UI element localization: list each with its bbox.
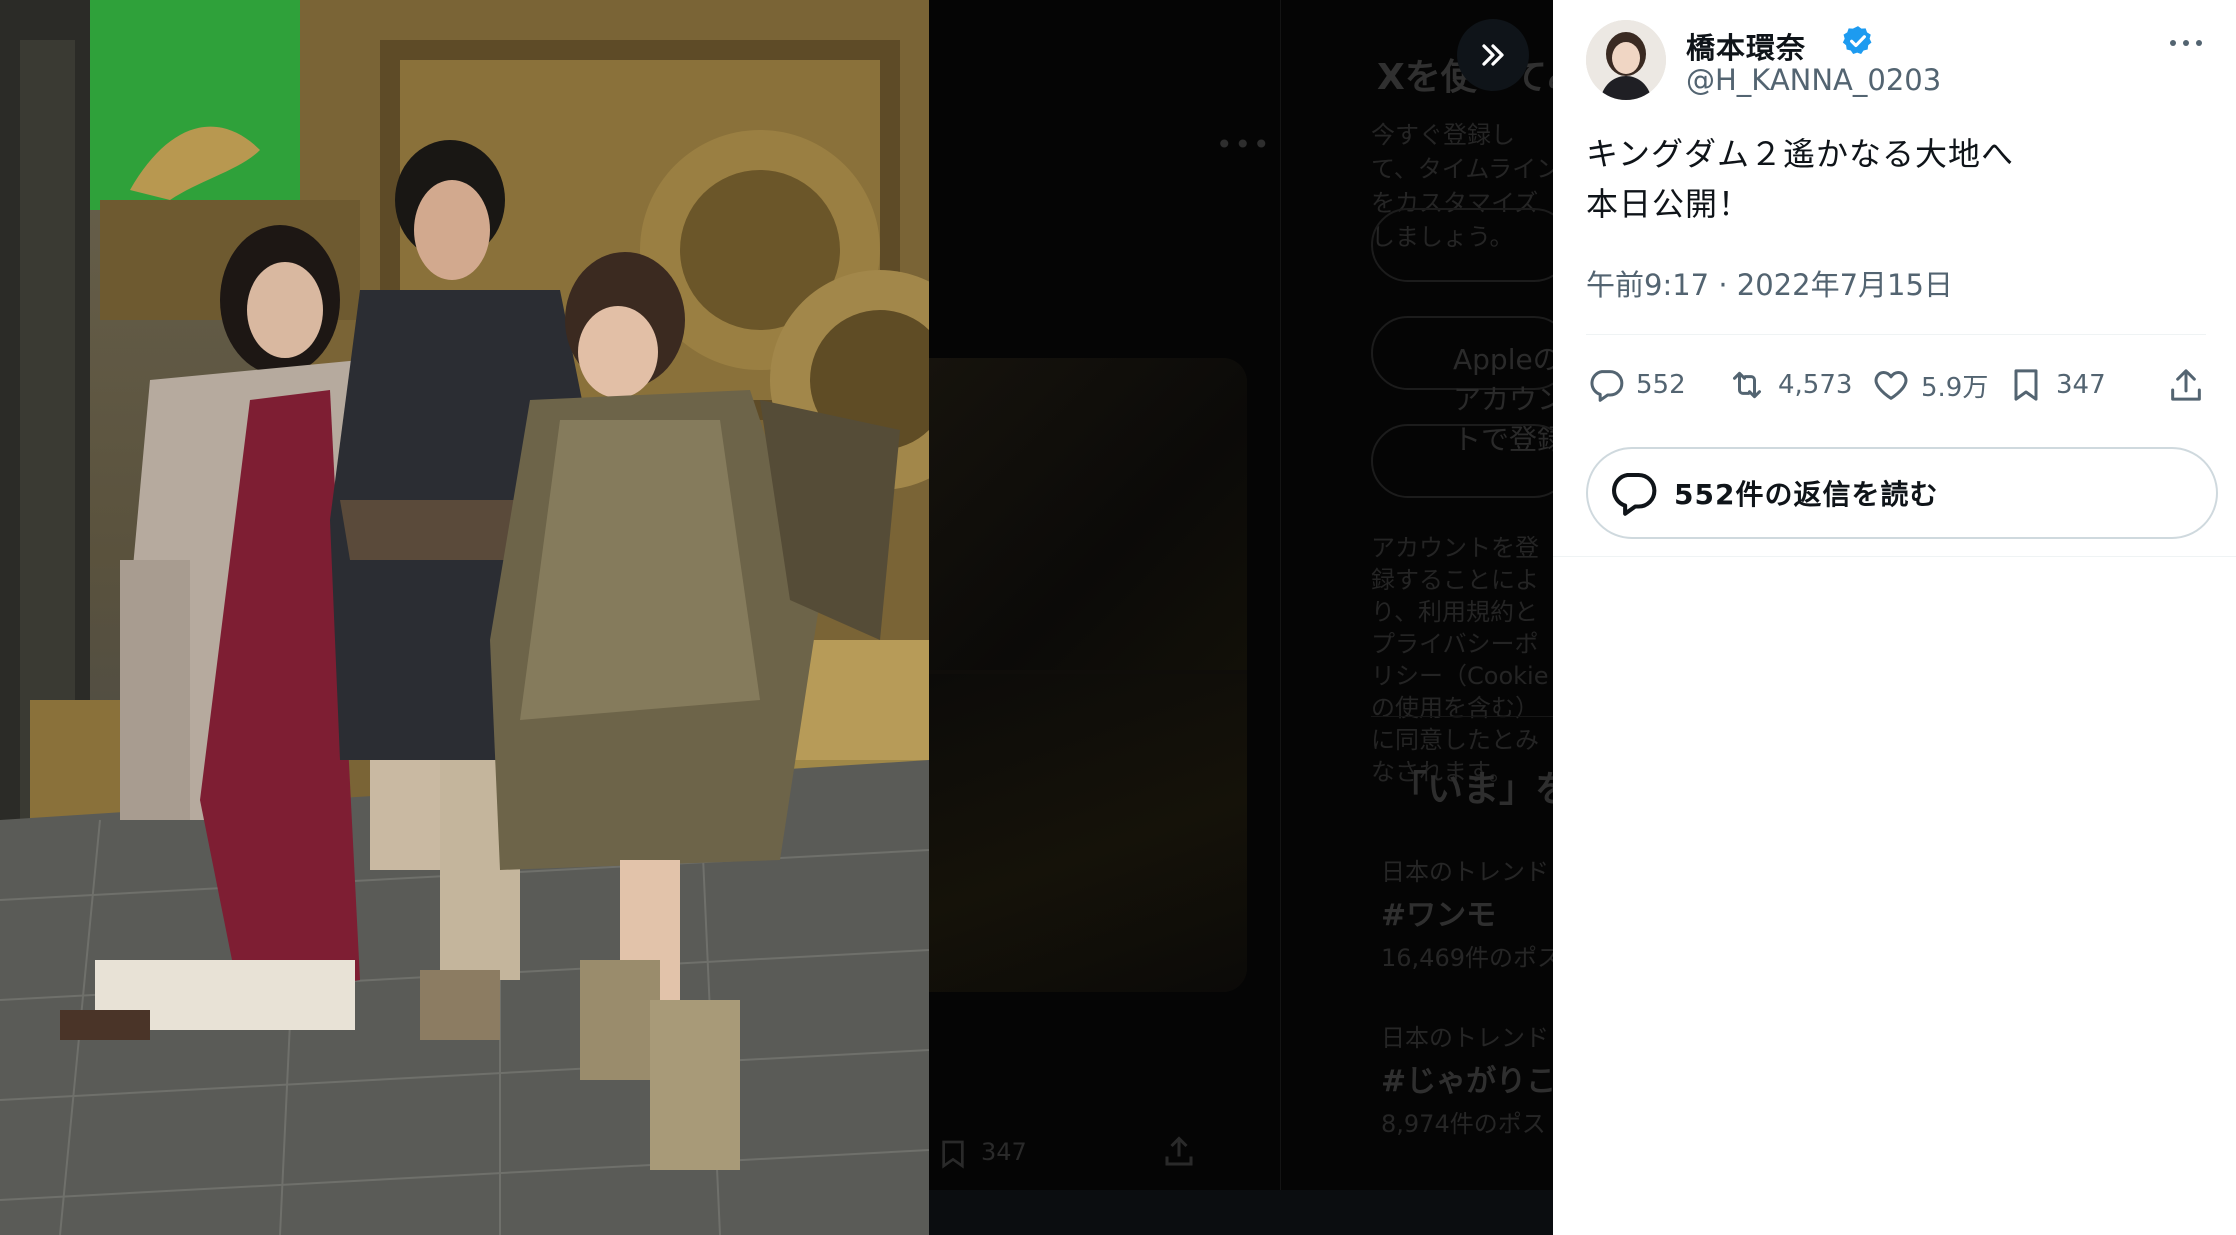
dim-more-icon: ••• bbox=[1216, 128, 1272, 161]
trend-count: 8,974件のポスト bbox=[1381, 1110, 1553, 1138]
like-icon bbox=[1874, 371, 1908, 400]
read-replies-button[interactable]: 552件の返信を読む bbox=[1586, 447, 2218, 539]
bookmark-count: 347 bbox=[2056, 370, 2106, 400]
retweet-count: 4,573 bbox=[1778, 370, 1853, 400]
google-signup-button bbox=[1371, 208, 1553, 282]
bookmark-button[interactable]: 347 bbox=[2006, 360, 2106, 410]
read-replies-label: 552件の返信を読む bbox=[1674, 478, 1939, 511]
dim-media-card bbox=[929, 358, 1247, 992]
timeline-background-dimmed: ••• Xを使ってみよう 今すぐ登録して、タイムラインをカスタマイズしましょう。… bbox=[929, 0, 1553, 1235]
share-icon bbox=[2171, 369, 2201, 401]
reply-icon bbox=[1590, 370, 1624, 402]
trend-name: #ワンモ bbox=[1381, 898, 1497, 933]
share-button[interactable] bbox=[2166, 360, 2206, 410]
avatar-image bbox=[1586, 20, 1666, 100]
dim-share-icon bbox=[1165, 1136, 1193, 1166]
dim-bookmark-icon bbox=[942, 1140, 964, 1169]
verified-badge-icon bbox=[1842, 26, 1872, 55]
trends-heading: 「いま」を見つけよう bbox=[1391, 769, 1553, 810]
trend-context: 日本のトレンド bbox=[1381, 858, 1549, 886]
user-handle[interactable]: @H_KANNA_0203 bbox=[1686, 63, 1941, 97]
tweet-header: 橋本環奈 @H_KANNA_0203 bbox=[1586, 20, 2206, 102]
photo-viewer[interactable] bbox=[0, 0, 929, 1235]
expand-icon bbox=[1482, 44, 1504, 66]
tweet-photo bbox=[0, 0, 929, 1235]
divider bbox=[1586, 334, 2206, 335]
trend-count: 16,469件のポスト bbox=[1381, 944, 1553, 972]
tweet-detail-panel: 橋本環奈 @H_KANNA_0203 キングダム２遙かなる大地へ 本日公開！ 午… bbox=[1553, 0, 2236, 1235]
tweet-text-line: キングダム２遙かなる大地へ bbox=[1586, 135, 2015, 173]
privacy-notice: アカウントを登録することにより、利用規約とプライバシーポリシー（Cookieの使… bbox=[1371, 534, 1549, 786]
like-count: 5.9万 bbox=[1921, 372, 1989, 403]
reply-button[interactable]: 552 bbox=[1586, 360, 1686, 410]
more-icon bbox=[2170, 40, 2176, 46]
more-icon-dot bbox=[2196, 40, 2202, 46]
column-divider bbox=[1280, 0, 1281, 1235]
retweet-icon bbox=[1733, 371, 1761, 399]
dim-bottom-bar bbox=[929, 1190, 1553, 1235]
reply-bubble-icon bbox=[1612, 472, 1657, 516]
avatar[interactable] bbox=[1586, 20, 1666, 100]
retweet-button[interactable]: 4,573 bbox=[1726, 360, 1852, 410]
apple-signup-button: Appleのアカウントで登録 bbox=[1371, 316, 1553, 456]
create-account-button bbox=[1371, 424, 1553, 498]
trend-name: #じゃがりこ bbox=[1381, 1064, 1553, 1099]
divider bbox=[1553, 556, 2236, 557]
bookmark-icon bbox=[2014, 369, 2038, 401]
dim-bookmark-count: 347 bbox=[981, 1138, 1027, 1166]
trend-context: 日本のトレンド bbox=[1381, 1024, 1549, 1052]
display-name[interactable]: 橋本環奈 bbox=[1686, 25, 1806, 67]
dim-media-top bbox=[929, 358, 1247, 670]
tweet-text-line: 本日公開！ bbox=[1586, 185, 1752, 223]
more-options-button[interactable] bbox=[2166, 28, 2206, 58]
reply-count: 552 bbox=[1636, 370, 1686, 400]
like-button[interactable]: 5.9万 bbox=[1871, 360, 1988, 410]
dim-separator bbox=[1371, 716, 1553, 717]
tweet-actions: 552 4,573 5.9万 347 bbox=[1586, 360, 2206, 410]
more-icon-dot bbox=[2183, 40, 2189, 46]
dim-media-bottom bbox=[929, 674, 1247, 992]
tweet-timestamp[interactable]: 午前9:17 · 2022年7月15日 bbox=[1586, 262, 1953, 304]
collapse-sidebar-button[interactable] bbox=[1457, 19, 1529, 91]
tweet-text: キングダム２遙かなる大地へ 本日公開！ bbox=[1586, 129, 2014, 229]
